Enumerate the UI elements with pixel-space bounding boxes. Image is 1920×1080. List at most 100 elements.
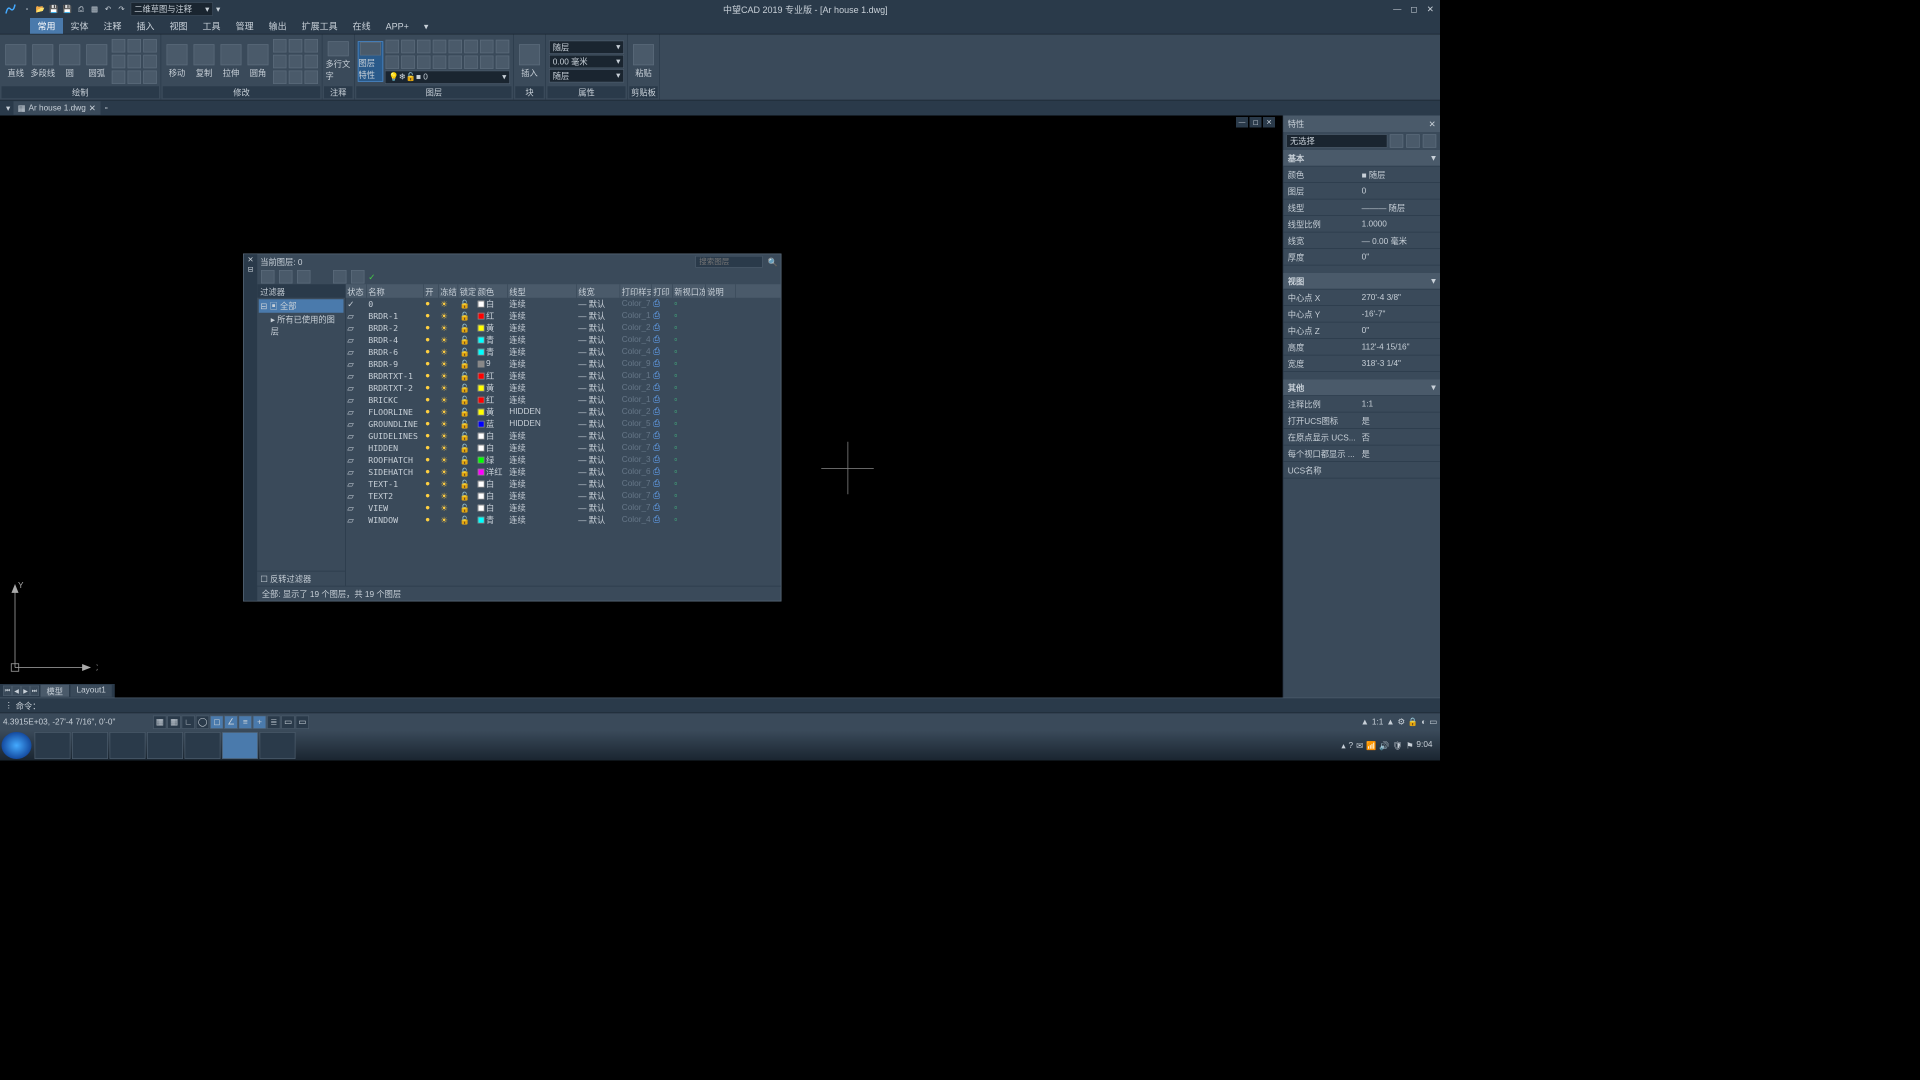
- layer-row[interactable]: ▱HIDDEN●☀🔓白连续— 默认Color_7⎙▫: [346, 442, 781, 454]
- props-row[interactable]: 线型——— 随层: [1283, 200, 1440, 217]
- props-group-header[interactable]: 其他▾: [1283, 380, 1440, 397]
- props-row[interactable]: 注释比例1:1: [1283, 396, 1440, 413]
- ribbon-圆[interactable]: 圆: [57, 41, 83, 82]
- layer-state-button[interactable]: [333, 270, 347, 284]
- qat-new-icon[interactable]: ▫: [21, 3, 33, 15]
- ribbon-small-icon[interactable]: [128, 39, 142, 53]
- tray-help-icon[interactable]: ?: [1348, 741, 1353, 750]
- props-row[interactable]: 中心点 Z0": [1283, 323, 1440, 340]
- menu-1[interactable]: 实体: [63, 18, 96, 34]
- col-header[interactable]: 名称: [367, 284, 424, 298]
- close-tab-icon[interactable]: ✕: [89, 103, 96, 113]
- props-row[interactable]: 在原点显示 UCS...否: [1283, 429, 1440, 446]
- tray-shield-icon[interactable]: 🛡: [1393, 741, 1403, 751]
- selection-combo[interactable]: 无选择: [1286, 134, 1387, 148]
- search-icon[interactable]: 🔍: [767, 257, 777, 267]
- layer-tool-icon[interactable]: [417, 39, 431, 53]
- layer-row[interactable]: ▱FLOORLINE●☀🔓黄HIDDEN— 默认Color_2⎙▫: [346, 406, 781, 418]
- layer-tool-icon[interactable]: [386, 55, 400, 69]
- grid-header[interactable]: 状态名称开冻结锁定颜色线型线宽打印样式打印新视口冻结说明: [346, 284, 781, 298]
- ws-icon[interactable]: ⚙: [1398, 717, 1405, 727]
- ribbon-small-icon[interactable]: [289, 70, 303, 84]
- menu-6[interactable]: 管理: [228, 18, 261, 34]
- layout-tab[interactable]: Layout1: [71, 685, 112, 697]
- ribbon-多行文字[interactable]: 多行文字: [326, 41, 352, 82]
- menu-8[interactable]: 扩展工具: [294, 18, 345, 34]
- layer-tool-icon[interactable]: [401, 55, 415, 69]
- sub-close-button[interactable]: ✕: [1263, 117, 1275, 128]
- layer-row[interactable]: ▱BRDRTXT-1●☀🔓红连续— 默认Color_1⎙▫: [346, 370, 781, 382]
- layout-last-icon[interactable]: ⏭: [30, 686, 39, 697]
- drawing-canvas[interactable]: — ◻ ✕ XY ✕ ⊟ 当前图层: 0 🔍: [0, 116, 1440, 698]
- new-layer-button[interactable]: [261, 270, 275, 284]
- qat-undo-icon[interactable]: ↶: [102, 3, 114, 15]
- apply-icon[interactable]: ✓: [368, 272, 375, 282]
- command-line[interactable]: ⋮ 命令：: [0, 698, 1440, 713]
- annoscale-icon[interactable]: ▲: [1361, 717, 1369, 726]
- workspace-combo[interactable]: 二维草图与注释▾: [131, 2, 214, 16]
- props-row[interactable]: 每个视口都显示 ...是: [1283, 446, 1440, 463]
- polar-toggle[interactable]: ◯: [196, 715, 210, 729]
- layer-row[interactable]: ▱BRDRTXT-2●☀🔓黄连续— 默认Color_2⎙▫: [346, 382, 781, 394]
- sub-restore-button[interactable]: ◻: [1250, 117, 1262, 128]
- qat-redo-icon[interactable]: ↷: [116, 3, 128, 15]
- layer-row[interactable]: ▱BRDR-6●☀🔓青连续— 默认Color_4⎙▫: [346, 346, 781, 358]
- properties-close-icon[interactable]: ✕: [1429, 119, 1436, 129]
- qat-saveas-icon[interactable]: 💾: [62, 3, 74, 15]
- dialog-close-icon[interactable]: ✕: [247, 256, 253, 264]
- maximize-button[interactable]: ◻: [1407, 2, 1421, 16]
- menu-7[interactable]: 输出: [261, 18, 294, 34]
- qat-plot-icon[interactable]: ⎙: [75, 3, 87, 15]
- layout-next-icon[interactable]: ▶: [21, 686, 30, 697]
- props-row[interactable]: 线型比例1.0000: [1283, 216, 1440, 233]
- cmd-handle-icon[interactable]: ⋮: [5, 701, 13, 711]
- layer-tool-icon[interactable]: [496, 39, 510, 53]
- qp-toggle[interactable]: ▭: [281, 715, 295, 729]
- taskbar-word[interactable]: [260, 732, 296, 759]
- ribbon-small-icon[interactable]: [143, 70, 157, 84]
- layer-row[interactable]: ▱TEXT-1●☀🔓白连续— 默认Color_7⎙▫: [346, 478, 781, 490]
- layer-row[interactable]: ▱TEXT2●☀🔓白连续— 默认Color_7⎙▫: [346, 490, 781, 502]
- props-row[interactable]: 高度112'-4 15/16": [1283, 339, 1440, 356]
- layer-tool-icon[interactable]: [449, 55, 463, 69]
- props-row[interactable]: 中心点 X270'-4 3/8": [1283, 290, 1440, 307]
- layer-row[interactable]: ▱BRICKC●☀🔓红连续— 默认Color_1⎙▫: [346, 394, 781, 406]
- ribbon-直线[interactable]: 直线: [3, 41, 29, 82]
- col-header[interactable]: 说明: [706, 284, 736, 298]
- col-header[interactable]: 锁定: [458, 284, 476, 298]
- col-header[interactable]: 新视口冻结: [673, 284, 706, 298]
- ribbon-small-icon[interactable]: [128, 70, 142, 84]
- start-button[interactable]: [2, 732, 32, 759]
- taskbar-app2[interactable]: [147, 732, 183, 759]
- tray-flag-icon[interactable]: ⚑: [1406, 741, 1413, 751]
- new-tab-icon[interactable]: ▫: [100, 104, 112, 113]
- prop-combo[interactable]: 0.00 毫米▾: [549, 54, 624, 68]
- layer-row[interactable]: ▱BRDR-4●☀🔓青连续— 默认Color_4⎙▫: [346, 334, 781, 346]
- col-header[interactable]: 打印: [652, 284, 673, 298]
- annotation-icon[interactable]: ▲: [1386, 717, 1394, 726]
- tray-expand-icon[interactable]: ▴: [1341, 741, 1345, 751]
- tree-node-used[interactable]: ▸ 所有已使用的图层: [259, 313, 344, 339]
- layer-tool-icon[interactable]: [401, 39, 415, 53]
- ribbon-small-icon[interactable]: [289, 39, 303, 53]
- ribbon-small-icon[interactable]: [112, 39, 126, 53]
- doctab-menu-icon[interactable]: ▾: [3, 103, 13, 113]
- coordinates-display[interactable]: 4.3915E+03, -27'-4 7/16", 0'-0": [3, 717, 153, 726]
- ribbon-small-icon[interactable]: [305, 54, 319, 68]
- delete-layer-button[interactable]: [297, 270, 311, 284]
- quickselect-icon[interactable]: [1390, 134, 1404, 148]
- layer-tool-icon[interactable]: [433, 55, 447, 69]
- layer-tool-icon[interactable]: [417, 55, 431, 69]
- props-row[interactable]: 中心点 Y-16'-7": [1283, 306, 1440, 323]
- layer-combo[interactable]: 💡❄🔓■ 0▾: [385, 70, 510, 84]
- prop-combo[interactable]: 随层▾: [549, 69, 624, 83]
- ribbon-拉伸[interactable]: 拉伸: [218, 41, 244, 82]
- tray-vol-icon[interactable]: 🔊: [1379, 741, 1389, 751]
- layer-tool-icon[interactable]: [433, 39, 447, 53]
- props-row[interactable]: 打开UCS图标是: [1283, 413, 1440, 430]
- layer-row[interactable]: ▱GUIDELINES●☀🔓白连续— 默认Color_7⎙▫: [346, 430, 781, 442]
- props-row[interactable]: 线宽— 0.00 毫米: [1283, 233, 1440, 250]
- props-row[interactable]: 厚度0": [1283, 249, 1440, 266]
- ribbon-复制[interactable]: 复制: [191, 41, 217, 82]
- layer-row[interactable]: ✓0●☀🔓白连续— 默认Color_7⎙▫: [346, 298, 781, 310]
